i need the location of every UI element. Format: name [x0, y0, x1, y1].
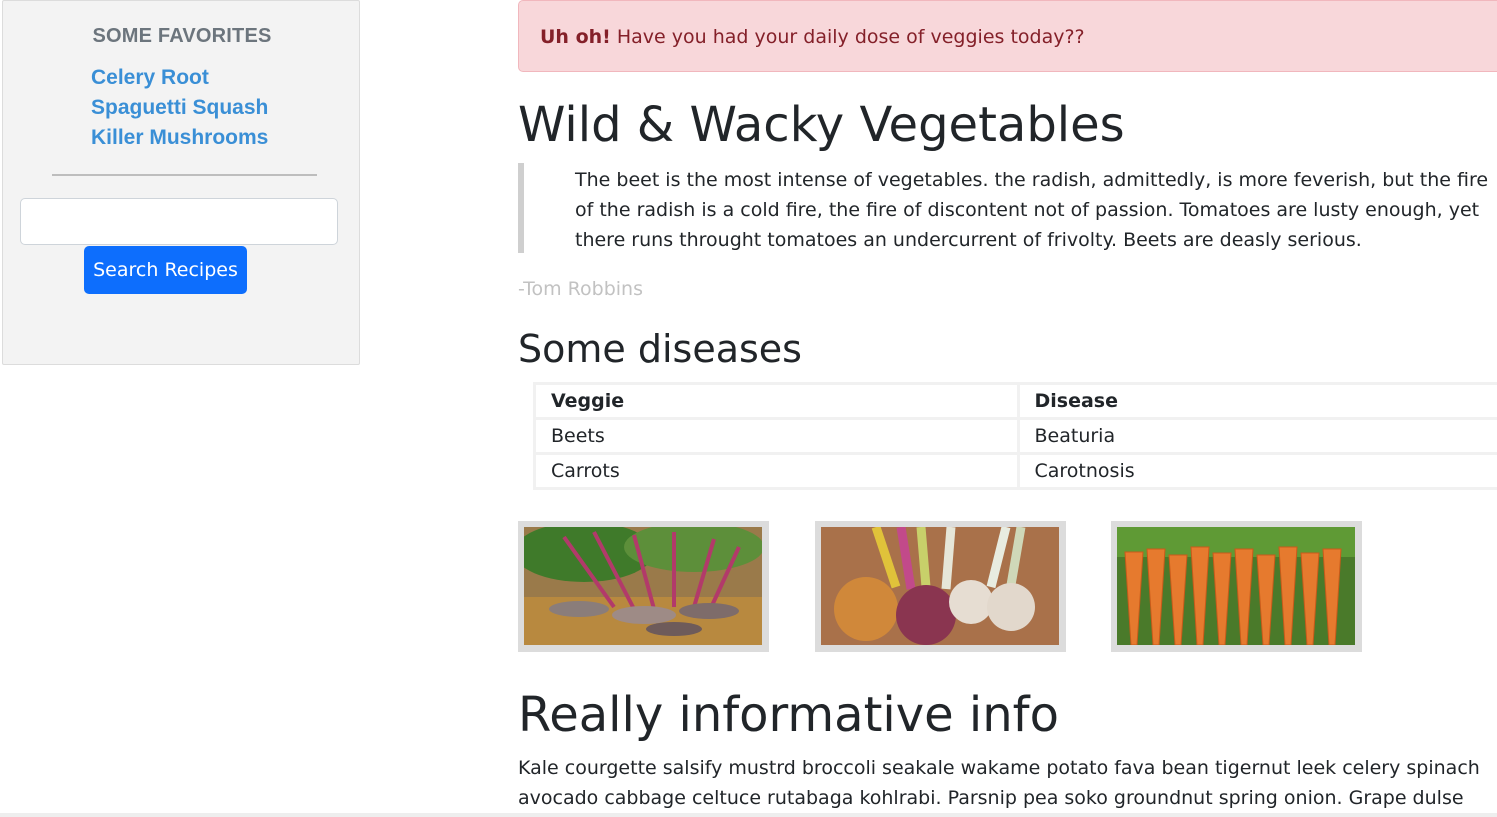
table-cell-disease: Beaturia [1019, 420, 1497, 452]
carrots-image [1117, 527, 1355, 645]
diseases-heading: Some diseases [518, 327, 802, 371]
table-cell-disease: Carotnosis [1019, 455, 1497, 487]
diseases-table: Veggie Disease Beets Beaturia Carrots Ca… [533, 382, 1497, 490]
beets-photo [518, 521, 769, 652]
table-row: Carrots Carotnosis [536, 455, 1497, 487]
sidebar-divider [52, 174, 317, 176]
search-input[interactable] [20, 198, 338, 245]
quote-text: The beet is the most intense of vegetabl… [575, 169, 1489, 251]
info-text: Kale courgette salsify mustrd broccoli s… [518, 757, 1480, 809]
favorite-link-spaguetti-squash[interactable]: Spaguetti Squash [91, 96, 268, 119]
favorites-list: Celery Root Spaguetti Squash Killer Mush… [91, 63, 268, 153]
favorites-list-item: Celery Root [91, 63, 268, 93]
favorites-list-item: Killer Mushrooms [91, 123, 268, 153]
carrots-photo [1111, 521, 1362, 652]
horizontal-scrollbar[interactable] [0, 813, 1497, 817]
beet-quote: The beet is the most intense of vegetabl… [518, 163, 1493, 253]
favorites-heading: SOME FAVORITES [92, 25, 272, 47]
page-title: Wild & Wacky Vegetables [518, 97, 1125, 153]
column-header-veggie: Veggie [536, 385, 1017, 417]
column-header-disease: Disease [1019, 385, 1497, 417]
table-header-row: Veggie Disease [536, 385, 1497, 417]
table-cell-veggie: Carrots [536, 455, 1017, 487]
alert-message: Have you had your daily dose of veggies … [610, 26, 1085, 48]
root-vegetables-photo [815, 521, 1066, 652]
favorites-list-item: Spaguetti Squash [91, 93, 268, 123]
favorite-link-celery-root[interactable]: Celery Root [91, 66, 209, 89]
search-recipes-button[interactable]: Search Recipes [84, 246, 247, 294]
alert-strong-text: Uh oh! [540, 26, 611, 48]
info-paragraph: Kale courgette salsify mustrd broccoli s… [518, 753, 1497, 817]
table-cell-veggie: Beets [536, 420, 1017, 452]
page: SOME FAVORITES Celery Root Spaguetti Squ… [0, 0, 1497, 817]
beets-image [524, 527, 762, 645]
sidebar: SOME FAVORITES Celery Root Spaguetti Squ… [2, 0, 360, 365]
quote-author: -Tom Robbins [518, 278, 643, 300]
table-row: Beets Beaturia [536, 420, 1497, 452]
favorite-link-killer-mushrooms[interactable]: Killer Mushrooms [91, 126, 268, 149]
root-vegetables-image [821, 527, 1059, 645]
info-heading: Really informative info [518, 687, 1059, 743]
veggie-alert: Uh oh! Have you had your daily dose of v… [518, 0, 1497, 72]
